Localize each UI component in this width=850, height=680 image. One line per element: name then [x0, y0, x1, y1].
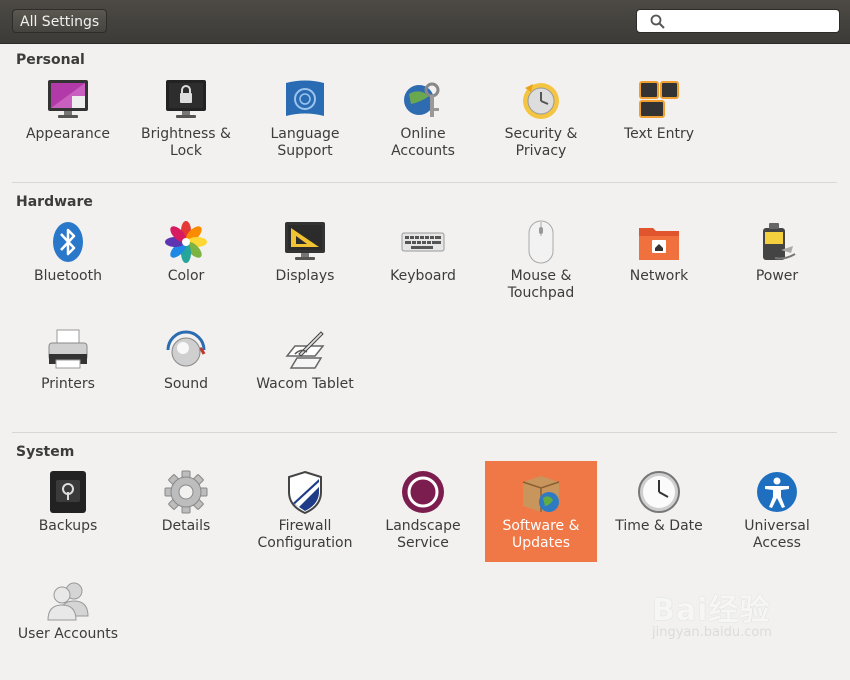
item-label: Online Accounts [391, 126, 455, 159]
item-label: User Accounts [17, 626, 119, 642]
item-label: Language Support [270, 126, 340, 159]
network-icon [639, 228, 679, 260]
item-label: Wacom Tablet [256, 376, 354, 392]
user-accounts-icon [47, 582, 89, 621]
clock-icon [638, 471, 680, 513]
item-printers[interactable]: Printers [12, 328, 124, 428]
item-text-entry[interactable]: Text Entry [603, 78, 715, 178]
item-wacom-tablet[interactable]: Wacom Tablet [249, 328, 361, 428]
item-sound[interactable]: Sound [130, 328, 242, 428]
item-label: Software & Updates [502, 518, 580, 551]
wacom-tablet-icon [285, 331, 325, 369]
item-label: Color [167, 268, 205, 284]
item-label: Mouse & Touchpad [507, 268, 575, 301]
all-settings-button[interactable]: All Settings [12, 9, 108, 33]
header-bar: All Settings [0, 0, 850, 44]
displays-icon [285, 222, 325, 260]
item-brightness-lock[interactable]: Brightness & Lock [130, 78, 242, 178]
sound-icon [166, 330, 206, 367]
item-label: Landscape Service [385, 518, 461, 551]
item-color[interactable]: Color [130, 220, 242, 320]
item-label: Universal Access [744, 518, 810, 551]
section-divider [12, 182, 837, 183]
item-label: Keyboard [390, 268, 456, 284]
item-user-accounts[interactable]: User Accounts [12, 578, 124, 678]
item-power[interactable]: Power [721, 220, 833, 320]
item-landscape-service[interactable]: Landscape Service [367, 470, 479, 570]
text-entry-icon [639, 81, 679, 118]
mouse-icon [528, 220, 554, 264]
language-support-icon [286, 80, 324, 116]
section-divider [12, 432, 837, 433]
watermark-brand: Bai经验 [652, 593, 771, 628]
item-label: Displays [275, 268, 335, 284]
section-title-system: System [16, 444, 75, 460]
power-icon [763, 223, 796, 260]
item-software-updates[interactable]: Software & Updates [485, 461, 597, 562]
item-label: Power [755, 268, 799, 284]
brightness-lock-icon [166, 80, 206, 118]
section-title-personal: Personal [16, 52, 85, 68]
keyboard-icon [401, 232, 445, 252]
search-icon [650, 14, 665, 29]
watermark: Bai经验 jingyan.baidu.com [652, 585, 772, 640]
section-title-hardware: Hardware [16, 194, 93, 210]
item-label: Bluetooth [34, 268, 102, 284]
appearance-icon [48, 80, 88, 118]
item-label: Printers [41, 376, 95, 392]
item-label: Time & Date [615, 518, 703, 534]
search-box[interactable] [636, 9, 840, 33]
item-appearance[interactable]: Appearance [12, 78, 124, 178]
printer-icon [48, 329, 88, 369]
item-bluetooth[interactable]: Bluetooth [12, 220, 124, 320]
watermark-url: jingyan.baidu.com [652, 625, 772, 640]
item-label: Appearance [25, 126, 111, 142]
item-mouse-touchpad[interactable]: Mouse & Touchpad [485, 220, 597, 320]
item-label: Network [629, 268, 689, 284]
security-privacy-icon [523, 83, 559, 119]
color-icon [165, 221, 207, 263]
item-label: Details [161, 518, 211, 534]
item-displays[interactable]: Displays [249, 220, 361, 320]
online-accounts-icon [404, 82, 440, 117]
item-label: Firewall Configuration [257, 518, 353, 551]
bluetooth-icon [53, 222, 83, 262]
item-label: Security & Privacy [504, 126, 578, 159]
item-firewall-configuration[interactable]: Firewall Configuration [249, 470, 361, 570]
search-input[interactable] [673, 12, 837, 32]
item-time-date[interactable]: Time & Date [603, 470, 715, 570]
item-details[interactable]: Details [130, 470, 242, 570]
item-online-accounts[interactable]: Online Accounts [367, 78, 479, 178]
details-gear-icon [164, 470, 208, 514]
item-label: Text Entry [623, 126, 694, 142]
item-backups[interactable]: Backups [12, 470, 124, 570]
universal-access-icon [757, 472, 797, 512]
landscape-icon [402, 471, 444, 513]
item-label: Backups [38, 518, 98, 534]
item-label: Sound [163, 376, 209, 392]
firewall-shield-icon [288, 470, 322, 514]
backups-icon [50, 471, 86, 513]
item-security-privacy[interactable]: Security & Privacy [485, 78, 597, 178]
item-keyboard[interactable]: Keyboard [367, 220, 479, 320]
item-label: Brightness & Lock [141, 126, 231, 159]
software-updates-icon [522, 476, 560, 512]
item-network[interactable]: Network [603, 220, 715, 320]
item-language-support[interactable]: Language Support [249, 78, 361, 178]
item-universal-access[interactable]: Universal Access [721, 470, 833, 570]
